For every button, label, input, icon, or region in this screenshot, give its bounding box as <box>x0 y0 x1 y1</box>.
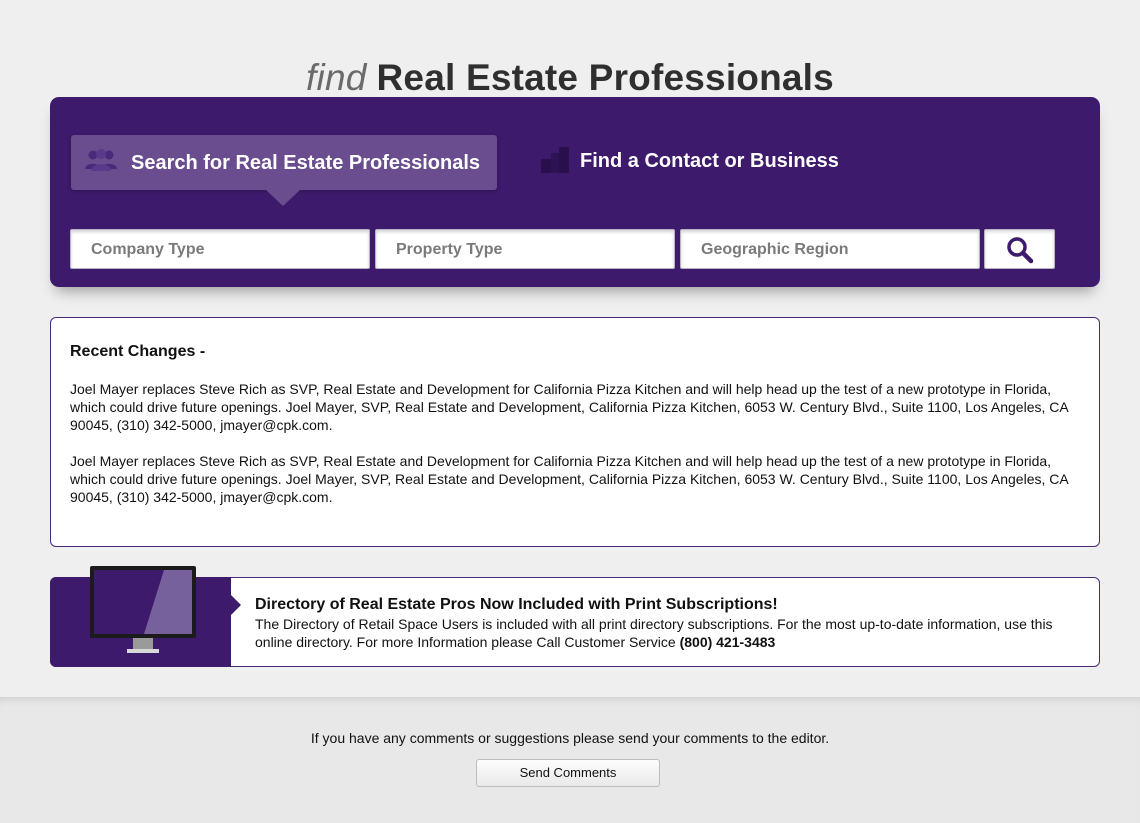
search-panel: Search for Real Estate Professionals Fin… <box>50 97 1100 287</box>
promo-banner: Directory of Real Estate Pros Now Includ… <box>50 566 1100 667</box>
active-tab-pointer <box>266 190 300 206</box>
news-item: Joel Mayer replaces Steve Rich as SVP, R… <box>70 453 1068 505</box>
customer-service-phone: (800) 421-3483 <box>679 634 776 650</box>
page-title: find Real Estate Professionals <box>0 55 1140 101</box>
property-type-field[interactable]: Property Type <box>375 229 675 269</box>
promo-image-panel <box>50 566 241 667</box>
search-button[interactable] <box>984 229 1055 269</box>
people-icon <box>83 149 119 173</box>
tab-search-professionals-label: Search for Real Estate Professionals <box>131 152 481 174</box>
page-title-main: Real Estate Professionals <box>376 56 834 98</box>
search-icon <box>1007 237 1034 264</box>
recent-changes-title: Recent Changes - <box>70 343 206 360</box>
footer-comment-text: If you have any comments or suggestions … <box>310 730 830 746</box>
tab-search-professionals[interactable]: Search for Real Estate Professionals <box>71 135 497 206</box>
news-item: Joel Mayer replaces Steve Rich as SVP, R… <box>70 381 1068 433</box>
buildings-icon <box>540 147 570 173</box>
send-comments-button[interactable]: Send Comments <box>476 759 660 787</box>
tab-find-contact-label: Find a Contact or Business <box>580 150 839 172</box>
promo-title: Directory of Real Estate Pros Now Includ… <box>255 596 778 613</box>
promo-body-text: The Directory of Retail Space Users is i… <box>255 616 1053 650</box>
company-type-field[interactable]: Company Type <box>70 229 370 269</box>
footer: If you have any comments or suggestions … <box>0 697 1140 823</box>
promo-arrow <box>231 595 241 615</box>
page-title-prefix: find <box>306 56 367 98</box>
recent-changes-panel: Recent Changes - Joel Mayer replaces Ste… <box>50 317 1100 547</box>
promo-body: The Directory of Retail Space Users is i… <box>255 615 1069 651</box>
monitor-icon <box>90 566 196 653</box>
promo-text: Directory of Real Estate Pros Now Includ… <box>255 596 1069 651</box>
geographic-region-field[interactable]: Geographic Region <box>680 229 980 269</box>
tab-find-contact[interactable]: Find a Contact or Business <box>540 145 860 180</box>
